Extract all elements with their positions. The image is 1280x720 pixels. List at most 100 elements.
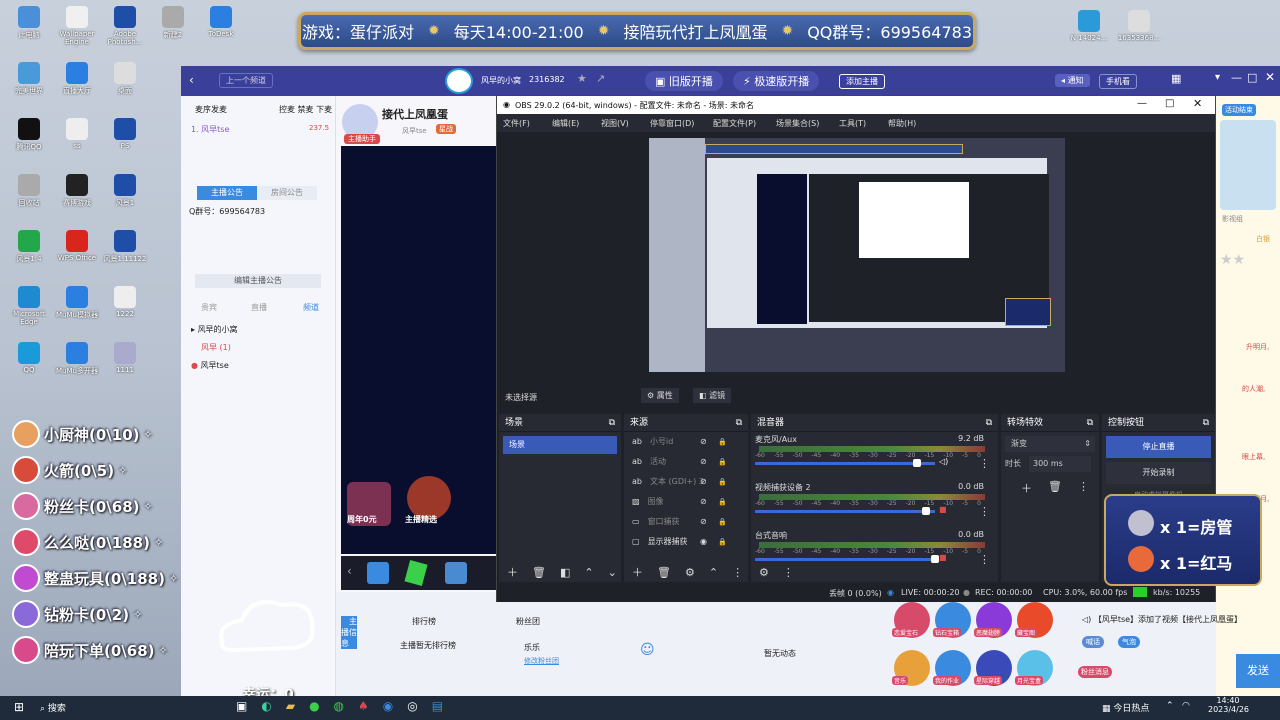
old-start-button[interactable]: ▣ 旧版开播 (645, 71, 723, 91)
more-icon[interactable]: ⋮ (1078, 480, 1089, 496)
chat-tab-shout[interactable]: 喊话 (1082, 636, 1104, 648)
desktop-icon[interactable]: 新建2 (148, 6, 198, 40)
scene-item[interactable]: 场景 (503, 436, 617, 454)
wechat-icon[interactable]: ◍ (334, 699, 344, 713)
tab-host-notice[interactable]: 主播公告 (197, 186, 257, 200)
live-app-icon[interactable]: ◉ (383, 699, 393, 713)
desktop-icon[interactable]: Adobe Photosh... (100, 6, 150, 46)
lock-icon[interactable]: 🔒 (718, 492, 727, 512)
volume-slider-knob[interactable] (922, 507, 930, 515)
muted-icon[interactable]: ■ (939, 505, 947, 514)
star-icon[interactable]: ★★ (1220, 252, 1245, 268)
desktop-icon[interactable]: 完美世界 (4, 62, 54, 96)
obs-menu-item[interactable]: 配置文件(P) (713, 118, 756, 129)
desktop-icon[interactable]: MuMu模拟器 (52, 286, 102, 320)
source-item[interactable]: ab 活动 ⊘ 🔒 (624, 452, 748, 472)
undock-icon[interactable]: ⧉ (736, 414, 742, 432)
trash-icon[interactable]: 🗑 (532, 566, 546, 579)
activity-end[interactable]: 活动结束 (1222, 104, 1256, 116)
chevron-down-icon[interactable]: ⌄ (608, 566, 617, 579)
desktop-icon[interactable]: 赛博游戏 (52, 174, 102, 208)
chat-tab-fans[interactable]: 粉丝消息 (1078, 666, 1112, 678)
desktop-icon[interactable]: 桌面 (100, 62, 150, 96)
channel-sub[interactable]: 风早 (1) (201, 342, 231, 353)
more-icon[interactable]: ⋮ (732, 566, 743, 579)
visibility-icon[interactable]: ⊘ (700, 432, 707, 452)
phone-view-button[interactable]: 手机看 (1099, 74, 1137, 89)
smile-icon[interactable]: ☺ (640, 642, 655, 658)
desktop-icon[interactable]: Wallpaper Engine (52, 6, 102, 46)
close-icon[interactable]: ✕ (1193, 97, 1202, 110)
volume-slider[interactable] (755, 555, 939, 563)
game-icon[interactable]: ♠ (358, 699, 369, 713)
undock-icon[interactable]: ⧉ (986, 414, 992, 432)
chevron-left-icon[interactable]: ‹ (347, 564, 352, 578)
desktop-icon[interactable]: MuMu多开器 (52, 342, 102, 376)
source-item[interactable]: ab 小号id ⊘ 🔒 (624, 432, 748, 452)
bottom-tab-host-info[interactable]: 主播信息 (341, 616, 357, 649)
visibility-icon[interactable]: ⊘ (700, 492, 707, 512)
task-view-icon[interactable]: ▣ (236, 699, 247, 713)
tray-chevron-icon[interactable]: ⌃ (1166, 701, 1174, 711)
source-item[interactable]: ▭ 窗口捕获 ⊘ 🔒 (624, 512, 748, 532)
more-icon[interactable]: ⋮ (979, 505, 990, 518)
visibility-icon[interactable]: ◉ (700, 532, 707, 552)
filters-button[interactable]: ◧ 滤镜 (693, 388, 732, 403)
minimize-icon[interactable]: — (1137, 98, 1147, 109)
undock-icon[interactable]: ⧉ (609, 414, 615, 432)
obs-icon[interactable]: ◎ (407, 699, 417, 713)
add-icon[interactable]: ＋ (632, 564, 643, 580)
activity-banner[interactable] (1220, 120, 1276, 210)
minimize-icon[interactable]: — (1231, 71, 1242, 84)
maximize-icon[interactable]: □ (1247, 71, 1257, 84)
desktop-icon[interactable]: 腾讯QQ (4, 118, 54, 152)
lock-icon[interactable]: 🔒 (718, 472, 727, 492)
clock[interactable]: 14:40 2023/4/26 (1208, 696, 1249, 714)
add-icon[interactable]: ＋ (507, 564, 518, 580)
gift-shop-icon[interactable]: 我的作业 (933, 650, 971, 686)
properties-button[interactable]: ⚙ 属性 (641, 388, 679, 403)
todesk-icon[interactable]: ▤ (432, 699, 443, 713)
chevron-up-icon[interactable]: ⌃ (709, 566, 718, 579)
previous-channel-button[interactable]: 上一个频道 (219, 73, 273, 88)
desktop-icon[interactable]: 回收站 (4, 174, 54, 208)
gift-shop-icon[interactable]: 藏宝图 (1015, 602, 1053, 638)
fast-start-button[interactable]: ⚡ 极速版开播 (733, 71, 820, 91)
gift-shop-icon[interactable]: 星际穿越 (974, 650, 1012, 686)
duration-input[interactable]: 300 ms (1029, 456, 1091, 472)
obs-menu-item[interactable]: 帮助(H) (888, 118, 916, 129)
volume-slider-knob[interactable] (913, 459, 921, 467)
obs-menu-item[interactable]: 工具(T) (839, 118, 866, 129)
source-item[interactable]: ab 文本 (GDI+) 3 ⊘ 🔒 (624, 472, 748, 492)
star-icon[interactable]: ★ (577, 72, 587, 85)
obs-preview[interactable] (649, 138, 1065, 372)
filter-icon[interactable]: ◧ (560, 566, 570, 579)
windows-start-icon[interactable]: ⊞ (14, 700, 24, 714)
tab-channel[interactable]: 频道 (303, 302, 319, 313)
order-controls[interactable]: 控麦 禁麦 下麦 (279, 104, 332, 115)
source-item[interactable]: ▨ 图像 ⊘ 🔒 (624, 492, 748, 512)
visibility-icon[interactable]: ⊘ (700, 512, 707, 532)
more-icon[interactable]: ⋮ (783, 566, 794, 579)
tab-vip[interactable]: 贵宾 (201, 302, 217, 313)
room-avatar[interactable] (445, 68, 473, 94)
obs-menu-item[interactable]: 文件(F) (503, 118, 530, 129)
desktop-icon[interactable]: 风景1 (100, 174, 150, 208)
notice-button[interactable]: ◂ 通知 (1055, 74, 1090, 87)
send-button[interactable]: 发送 (1236, 654, 1280, 688)
gem-icon[interactable] (404, 560, 428, 586)
news-widget[interactable]: ▦ 今日热点 (1102, 701, 1149, 714)
desktop-icon-right-1[interactable]: N 14024... (1064, 10, 1114, 42)
visibility-icon[interactable]: ⊘ (700, 452, 707, 472)
lock-icon[interactable]: 🔒 (718, 532, 727, 552)
desktop-icon[interactable]: 1222 (100, 286, 150, 318)
share-icon[interactable]: ↗ (596, 72, 605, 85)
tab-live[interactable]: 直播 (251, 302, 267, 313)
speaker-icon[interactable]: ◁) (939, 457, 948, 466)
start-record-button[interactable]: 开始录制 (1106, 462, 1211, 484)
undock-icon[interactable]: ⧉ (1203, 414, 1209, 432)
box-icon[interactable] (445, 562, 467, 584)
search-box[interactable]: ⌕ 搜索 (40, 701, 66, 714)
desktop-icon[interactable]: 风景1.11122 (100, 230, 150, 264)
muted-icon[interactable]: ■ (939, 553, 947, 562)
